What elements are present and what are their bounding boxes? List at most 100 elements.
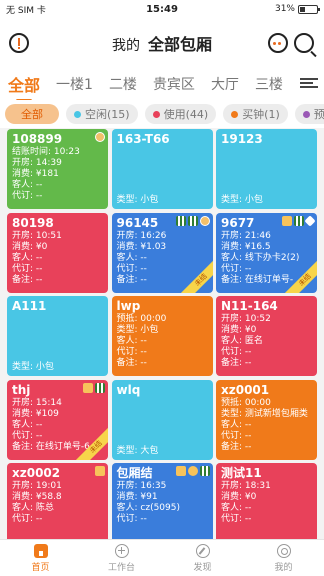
- filter-chip-label: 使用(44): [163, 108, 209, 121]
- title-main: 全部包厢: [147, 35, 212, 54]
- room-card[interactable]: 108899 结账时间: 10:23 开房: 14:39 消费: ¥181 客人: --…: [7, 129, 108, 209]
- room-card[interactable]: 9677 开房: 21:46 消费: ¥16.5 客人: 线下办卡2(2) 代订: --…: [216, 212, 317, 293]
- room-info-line: 预抵: 00:00: [221, 397, 271, 408]
- page-title: 我的 全部包厢: [112, 31, 212, 55]
- room-info-line: 代订: --: [12, 514, 43, 524]
- room-id: lwp: [116, 299, 141, 313]
- carrier-label: 无 SIM 卡: [6, 5, 46, 16]
- room-card[interactable]: 80198 开房: 10:51 消费: ¥0 客人: -- 代订: -- 备注: --: [7, 212, 108, 293]
- filter-chip-3[interactable]: 买钟(1): [223, 104, 288, 124]
- room-info-line: 代订: --: [221, 263, 252, 274]
- screen: 无 SIM 卡 15:49 31% 我的 全部包厢 全部 一楼1 二楼 贵宾区 大厅 三楼…: [0, 0, 324, 576]
- room-id: xz0002: [12, 466, 61, 480]
- room-info-line: 消费: ¥16.5: [221, 241, 271, 252]
- room-badges: [175, 466, 210, 476]
- room-card[interactable]: xz0002 开房: 19:01 消费: ¥58.8 客人: 陈总 代订: --: [7, 463, 108, 539]
- room-card[interactable]: 19123 类型: 小包: [216, 129, 317, 209]
- menu-icon[interactable]: [300, 76, 318, 92]
- area-tabs: 全部 一楼1 二楼 贵宾区 大厅 三楼: [0, 68, 324, 102]
- room-card[interactable]: 测试11 开房: 18:31 消费: ¥0 客人: -- 代订: --: [216, 463, 317, 539]
- tab-area-2[interactable]: 二楼: [109, 74, 137, 94]
- room-id: 108899: [12, 132, 63, 146]
- room-id: 测试11: [221, 466, 262, 480]
- filter-chip-2[interactable]: 使用(44): [144, 104, 217, 124]
- filter-chip-label: 空闲(15): [85, 108, 130, 121]
- room-info-line: 类型: 测试新增包厢类: [221, 408, 308, 419]
- room-type: 类型: 小包: [116, 195, 159, 205]
- grid3-icon: [199, 466, 210, 476]
- room-grid: 108899 结账时间: 10:23 开房: 14:39 消费: ¥181 客人: --…: [7, 129, 317, 539]
- status-filters: 全部 空闲(15) 使用(44) 买钟(1) 预订: [0, 100, 324, 128]
- room-info-line: 客人: --: [116, 252, 147, 263]
- room-id: A111: [12, 299, 47, 313]
- room-info-line: 消费: ¥0: [12, 241, 48, 252]
- note-icon: [175, 466, 186, 476]
- filter-chip-label: 预订: [313, 108, 324, 121]
- tab-area-4[interactable]: 大厅: [211, 74, 239, 94]
- status-dot-icon: [152, 110, 160, 118]
- nav-item-0[interactable]: 首页: [0, 540, 81, 576]
- room-info-line: 消费: ¥181: [12, 169, 59, 179]
- disc-icon: [195, 543, 210, 558]
- grid3-icon: [187, 215, 198, 226]
- clock-label: 15:49: [146, 3, 178, 15]
- alert-icon[interactable]: [9, 33, 29, 53]
- tab-area-3[interactable]: 贵宾区: [153, 74, 195, 94]
- room-id: wlq: [116, 382, 141, 397]
- title-prefix: 我的: [111, 38, 140, 54]
- bottom-nav: 首页 工作台 发现 我的: [0, 539, 324, 576]
- room-info-line: 开房: 15:14: [12, 397, 62, 408]
- nav-item-1[interactable]: 工作台: [81, 540, 162, 576]
- room-info-line: 开房: 10:51: [12, 230, 62, 241]
- room-info-line: 消费: ¥109: [12, 408, 59, 419]
- battery-percent: 31%: [274, 4, 295, 14]
- filter-chip-4[interactable]: 预订: [294, 104, 324, 124]
- room-info-line: 客人: --: [12, 252, 43, 263]
- tab-area-1[interactable]: 一楼1: [56, 74, 93, 94]
- work-icon: [114, 543, 129, 558]
- room-info-line: 代订: --: [116, 514, 147, 524]
- tab-area-0[interactable]: 全部: [8, 72, 40, 102]
- room-card[interactable]: A111 类型: 小包: [7, 296, 108, 376]
- room-info-line: 代订: --: [12, 263, 43, 274]
- room-id: 80198: [12, 215, 54, 230]
- room-info-line: 代订: --: [221, 430, 252, 441]
- diamond-icon: [304, 214, 316, 227]
- room-info-line: 客人: --: [221, 503, 252, 513]
- tab-area-5[interactable]: 三楼: [255, 74, 283, 94]
- search-icon[interactable]: [294, 33, 314, 53]
- room-info-line: 类型: 小包: [116, 325, 159, 335]
- filter-chip-0[interactable]: 全部: [5, 104, 59, 124]
- room-info-line: 消费: ¥91: [116, 492, 158, 502]
- message-icon[interactable]: [268, 33, 288, 53]
- room-info-line: 客人: --: [12, 180, 43, 190]
- room-info-line: 开房: 10:52: [221, 314, 271, 324]
- filter-chip-1[interactable]: 空闲(15): [66, 104, 138, 124]
- room-card[interactable]: xz0001 预抵: 00:00 类型: 测试新增包厢类 客人: -- 代订: -- 备注…: [216, 379, 317, 460]
- room-card[interactable]: thj 开房: 15:14 消费: ¥109 客人: -- 代订: -- 备注: 在线订单…: [7, 379, 108, 460]
- clock-icon: [199, 215, 210, 226]
- room-info-line: 代订: --: [221, 347, 252, 357]
- nav-item-3[interactable]: 我的: [243, 540, 324, 576]
- status-dot-icon: [302, 110, 310, 118]
- room-info-line: 代订: --: [12, 430, 43, 441]
- room-card[interactable]: wlq 类型: 大包: [111, 379, 213, 460]
- room-card[interactable]: N11-164 开房: 10:52 消费: ¥0 客人: 匿名 代订: -- 备注: --: [216, 296, 317, 376]
- room-info-line: 消费: ¥0: [221, 492, 257, 502]
- room-info-line: 消费: ¥1.03: [116, 241, 167, 252]
- room-type: 类型: 大包: [116, 445, 159, 456]
- room-info-line: 开房: 19:01: [12, 481, 62, 491]
- room-card[interactable]: 96145 开房: 16:26 消费: ¥1.03 客人: -- 代订: -- 备注: -…: [111, 212, 213, 293]
- room-info-line: 开房: 16:35: [116, 481, 167, 491]
- room-info-line: 预抵: 00:00: [116, 314, 167, 324]
- home-icon: [33, 543, 48, 558]
- room-card[interactable]: lwp 预抵: 00:00 类型: 小包 客人: -- 代订: -- 备注: --: [111, 296, 213, 376]
- nav-item-2[interactable]: 发现: [162, 540, 243, 576]
- room-info-line: 代订: --: [221, 514, 252, 524]
- room-info-line: 备注: --: [221, 441, 252, 452]
- room-card[interactable]: 包厢结 开房: 16:35 消费: ¥91 客人: cz(5095) 代订: --: [111, 463, 213, 539]
- room-info-line: 代订: --: [12, 191, 43, 201]
- room-card[interactable]: 163-T66 类型: 小包: [111, 129, 213, 209]
- nav-label: 发现: [193, 562, 212, 573]
- filter-chip-label: 全部: [21, 108, 43, 121]
